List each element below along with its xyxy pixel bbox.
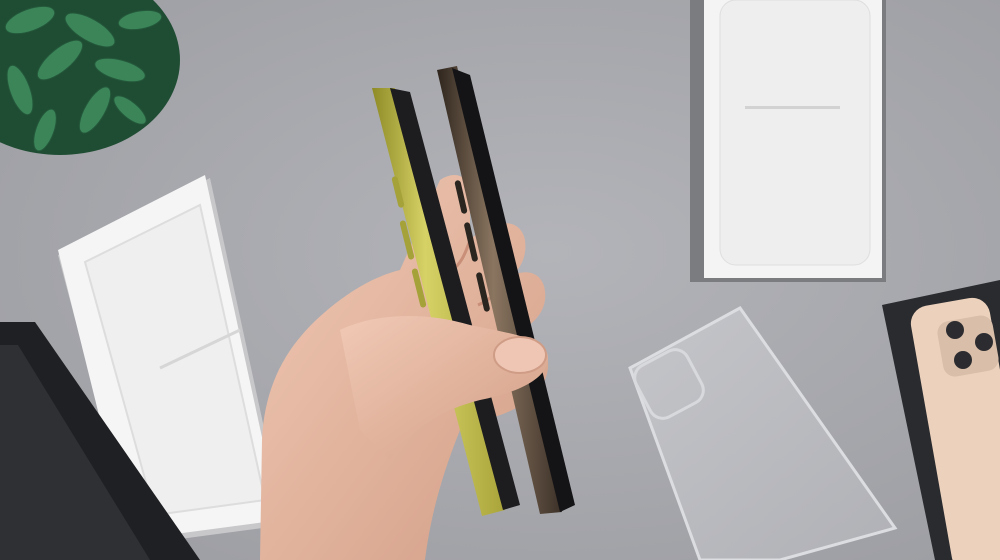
photo-scene [0, 0, 1000, 560]
open-phone-box [690, 0, 886, 282]
